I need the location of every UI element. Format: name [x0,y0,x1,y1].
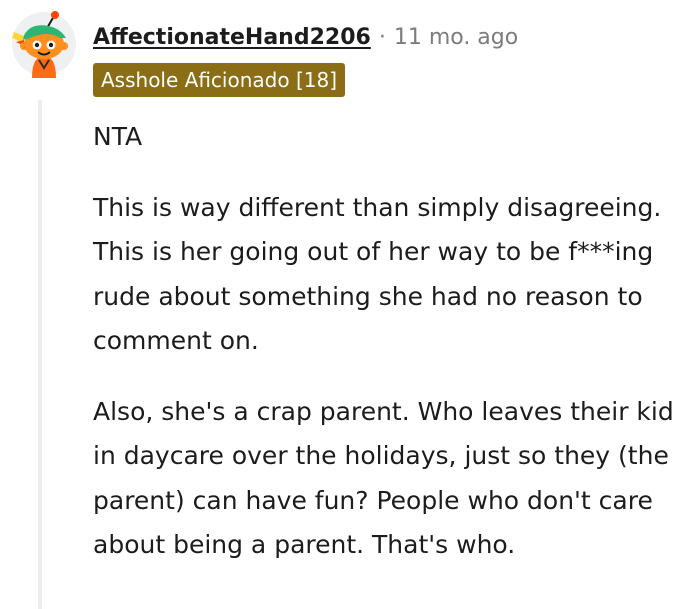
meta-separator: · [378,24,386,50]
comment-paragraph: Also, she's a crap parent. Who leaves th… [93,396,674,560]
comment-meta: AffectionateHand2206 · 11 mo. ago [93,20,518,54]
comment-paragraph: This is way different than simply disagr… [93,192,662,356]
username-link[interactable]: AffectionateHand2206 [93,25,371,50]
user-flair-badge: Asshole Aficionado [18] [93,63,345,97]
comment-timestamp[interactable]: 11 mo. ago [394,25,518,50]
thread-collapse-line[interactable] [38,100,42,609]
reddit-snoo-avatar-icon [12,11,76,78]
user-avatar[interactable] [8,8,80,80]
comment-body: NTA This is way different than simply di… [93,115,693,594]
comment-paragraph: NTA [93,122,143,151]
